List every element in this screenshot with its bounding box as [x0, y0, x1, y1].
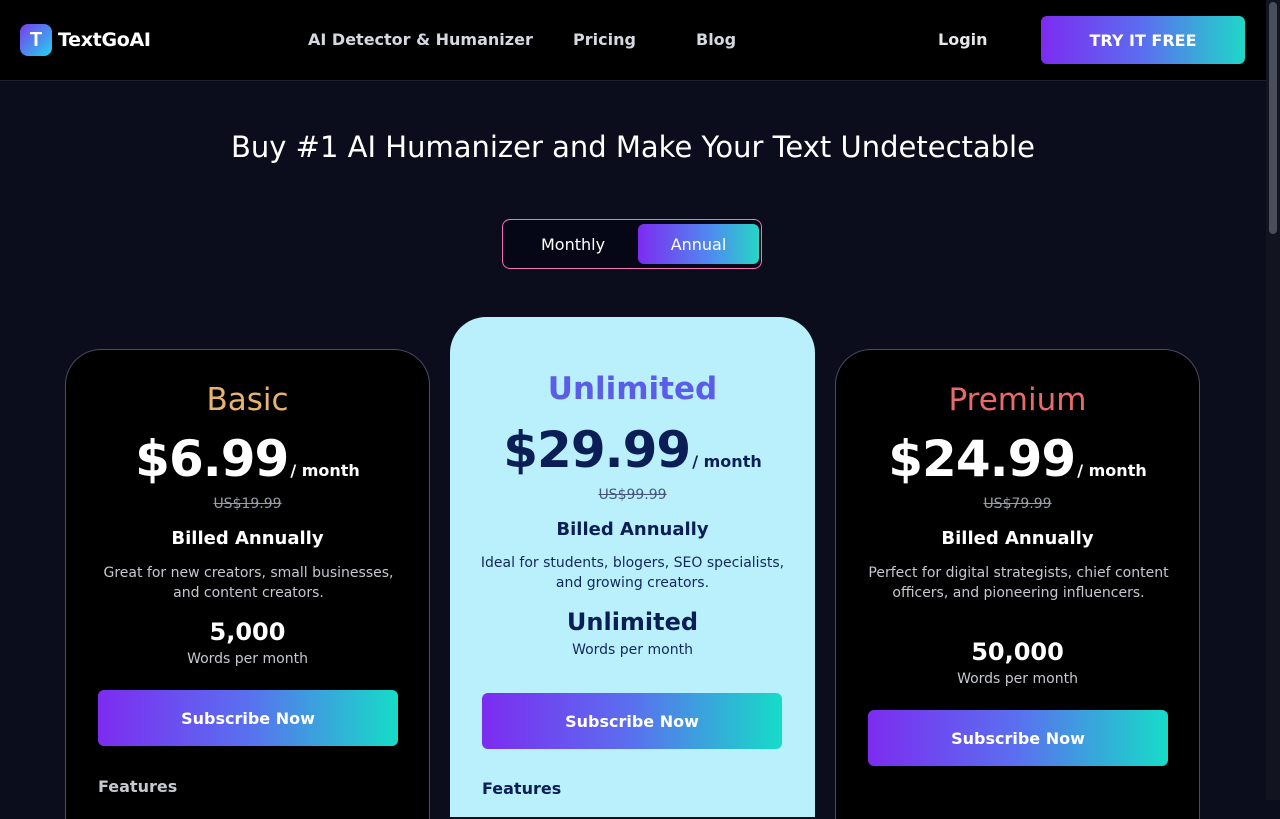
plan-card-basic: Basic $6.99 / month US$19.99 Billed Annu…	[65, 349, 430, 819]
plan-description: Great for new creators, small businesses…	[103, 565, 394, 601]
plan-price: $29.99	[503, 421, 691, 479]
toggle-annual[interactable]: Annual	[638, 224, 759, 264]
nav-link-blog[interactable]: Blog	[696, 30, 736, 49]
plan-name: Premium	[948, 382, 1087, 418]
top-nav: T TextGoAI AI Detector & Humanizer Prici…	[0, 0, 1266, 81]
subscribe-button-unlimited[interactable]: Subscribe Now	[482, 693, 782, 749]
plan-description: Ideal for students, blogers, SEO special…	[480, 555, 785, 591]
try-it-free-button[interactable]: TRY IT FREE	[1041, 16, 1245, 64]
price-period: / month	[290, 461, 360, 480]
original-price: US$79.99	[983, 496, 1052, 512]
plan-card-premium: Premium $24.99 / month US$79.99 Billed A…	[835, 349, 1200, 819]
original-price: US$19.99	[213, 496, 282, 512]
features-heading: Features	[482, 779, 562, 798]
subscribe-button-premium[interactable]: Subscribe Now	[868, 710, 1168, 766]
page-scrollbar[interactable]	[1266, 0, 1280, 800]
plan-description: Perfect for digital strategists, chief c…	[868, 565, 1169, 601]
login-link[interactable]: Login	[938, 30, 988, 49]
word-limit: Unlimited	[566, 608, 699, 636]
toggle-monthly[interactable]: Monthly	[507, 224, 639, 264]
price-row: $29.99 / month	[450, 421, 815, 479]
word-limit: 50,000	[971, 638, 1064, 666]
billing-toggle: Monthly Annual	[502, 219, 762, 269]
page-headline: Buy #1 AI Humanizer and Make Your Text U…	[231, 130, 1035, 164]
price-row: $24.99 / month	[836, 430, 1199, 488]
plan-price: $24.99	[888, 430, 1076, 488]
plan-price: $6.99	[135, 430, 289, 488]
word-limit-label: Words per month	[187, 651, 308, 667]
subscribe-button-basic[interactable]: Subscribe Now	[98, 690, 398, 746]
nav-link-pricing[interactable]: Pricing	[573, 30, 636, 49]
original-price: US$99.99	[598, 487, 667, 503]
brand-name: TextGoAI	[58, 29, 151, 51]
plan-card-unlimited: Unlimited $29.99 / month US$99.99 Billed…	[450, 317, 815, 817]
word-limit: 5,000	[209, 618, 286, 646]
price-period: / month	[1077, 461, 1147, 480]
plan-name: Unlimited	[547, 371, 718, 407]
price-row: $6.99 / month	[66, 430, 429, 488]
billing-period: Billed Annually	[941, 528, 1094, 549]
word-limit-label: Words per month	[572, 642, 693, 658]
features-heading: Features	[98, 777, 178, 796]
nav-link-ai-detector[interactable]: AI Detector & Humanizer	[308, 30, 533, 49]
price-period: / month	[692, 452, 762, 471]
scrollbar-thumb[interactable]	[1269, 2, 1277, 234]
billing-period: Billed Annually	[556, 519, 709, 540]
word-limit-label: Words per month	[957, 671, 1078, 687]
plan-name: Basic	[206, 382, 289, 418]
logo-icon: T	[20, 24, 52, 56]
brand-logo[interactable]: T TextGoAI	[20, 24, 151, 56]
billing-period: Billed Annually	[171, 528, 324, 549]
